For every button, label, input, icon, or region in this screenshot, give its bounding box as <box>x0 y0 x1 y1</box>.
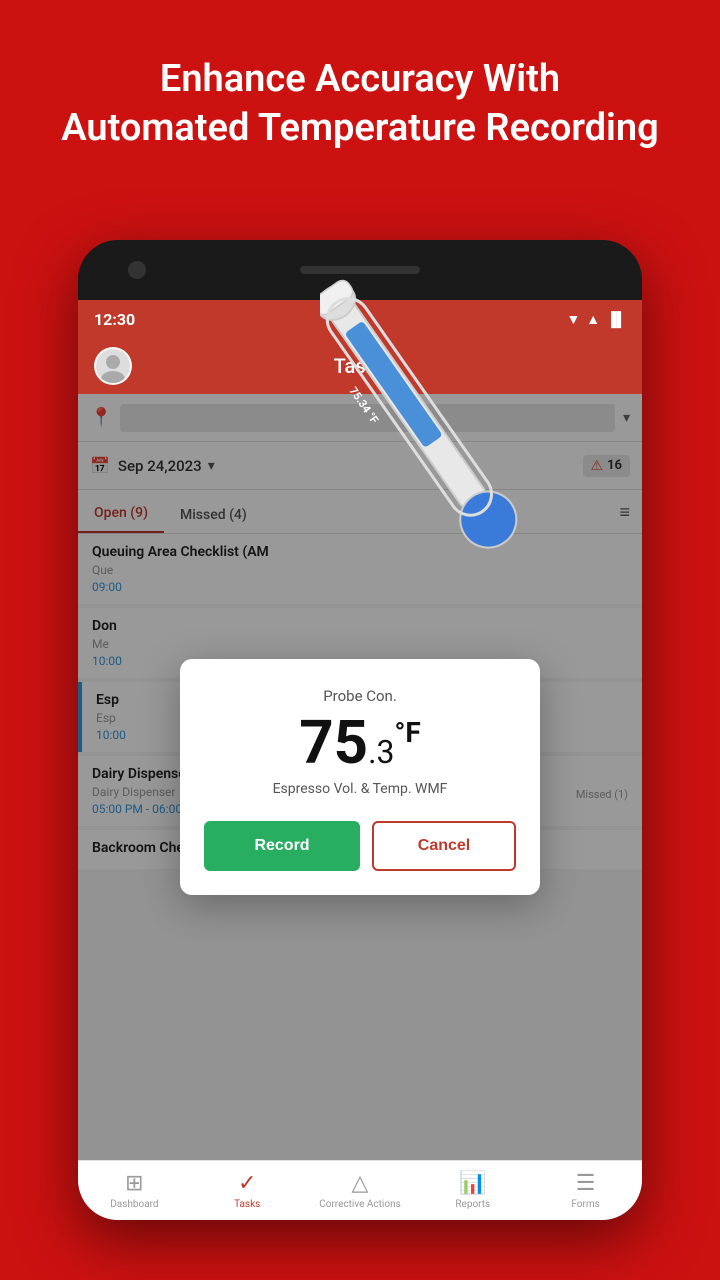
modal-buttons: Record Cancel <box>204 821 516 871</box>
nav-item-forms[interactable]: ☰ Forms <box>529 1161 642 1220</box>
status-bar: 12:30 ▼ ▲ ▐▌ <box>78 300 642 338</box>
nav-item-tasks[interactable]: ✓ Tasks <box>191 1161 304 1220</box>
phone-frame: 12:30 ▼ ▲ ▐▌ Tasks 📍 ▾ 📅 Sep 24,2023 <box>78 240 642 1220</box>
probe-modal: Probe Con. 75.3°F Espresso Vol. & Temp. … <box>180 659 540 895</box>
corrective-actions-icon: △ <box>352 1171 369 1196</box>
header-line1: Enhance Accuracy With <box>160 57 560 101</box>
modal-location: Espresso Vol. & Temp. WMF <box>204 781 516 797</box>
wifi-icon: ▼ <box>566 311 580 328</box>
modal-overlay: Probe Con. 75.3°F Espresso Vol. & Temp. … <box>78 394 642 1160</box>
phone-speaker <box>300 266 420 274</box>
modal-subtitle: Probe Con. <box>204 687 516 705</box>
tasks-icon: ✓ <box>238 1171 256 1196</box>
status-time: 12:30 <box>94 310 135 329</box>
record-button[interactable]: Record <box>204 821 360 871</box>
dashboard-icon: ⊞ <box>125 1171 143 1196</box>
nav-label-dashboard: Dashboard <box>110 1199 158 1210</box>
nav-item-reports[interactable]: 📊 Reports <box>416 1161 529 1220</box>
nav-label-forms: Forms <box>571 1199 599 1210</box>
status-icons: ▼ ▲ ▐▌ <box>566 311 626 328</box>
app-title: Tasks <box>132 354 588 378</box>
nav-item-corrective-actions[interactable]: △ Corrective Actions <box>304 1161 417 1220</box>
signal-icon: ▲ <box>586 311 600 328</box>
nav-label-reports: Reports <box>455 1199 490 1210</box>
battery-icon: ▐▌ <box>606 311 626 328</box>
header-line2: Automated Temperature Recording <box>61 106 659 150</box>
phone-camera <box>128 261 146 279</box>
app-bar: Tasks <box>78 338 642 394</box>
header-text: Enhance Accuracy With Automated Temperat… <box>0 55 720 154</box>
forms-icon: ☰ <box>576 1171 596 1196</box>
nav-label-tasks: Tasks <box>234 1199 260 1210</box>
nav-label-corrective-actions: Corrective Actions <box>319 1199 401 1210</box>
reports-icon: 📊 <box>459 1171 486 1196</box>
avatar[interactable] <box>94 347 132 385</box>
nav-item-dashboard[interactable]: ⊞ Dashboard <box>78 1161 191 1220</box>
bottom-nav: ⊞ Dashboard ✓ Tasks △ Corrective Actions… <box>78 1160 642 1220</box>
modal-temperature: 75.3°F <box>204 713 516 773</box>
app-content: 📍 ▾ 📅 Sep 24,2023 ▾ ⚠ 16 Open (9) Missed… <box>78 394 642 1160</box>
phone-top <box>78 240 642 300</box>
cancel-button[interactable]: Cancel <box>372 821 516 871</box>
